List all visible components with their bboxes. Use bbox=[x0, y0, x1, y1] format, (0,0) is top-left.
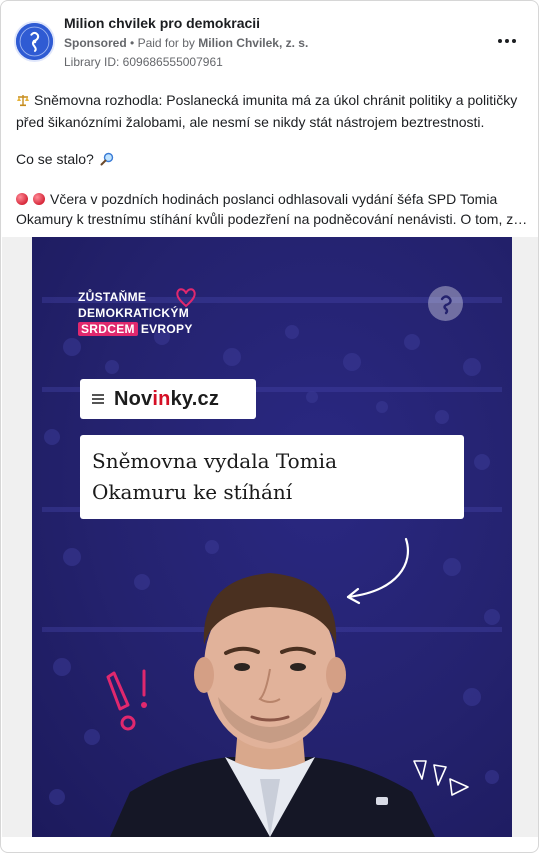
source-name: Novinky.cz bbox=[114, 387, 220, 410]
body-line-4: Včera v pozdních hodinách poslanci odhla… bbox=[50, 191, 498, 207]
ad-creative-image[interactable]: ZŮSTAŇME DEMOKRATICKÝM SRDCEM EVROPY Novi… bbox=[32, 237, 512, 837]
sponsored-meta: Sponsored • Paid for by Milion Chvilek, … bbox=[64, 36, 308, 50]
red-circle-icon bbox=[33, 193, 45, 205]
logo-line-3: SRDCEM EVROPY bbox=[78, 321, 193, 337]
magnifier-icon bbox=[100, 151, 114, 171]
logo-pill: SRDCEM bbox=[78, 322, 138, 336]
post-text: Sněmovna rozhodla: Poslanecká imunita má… bbox=[16, 90, 528, 132]
body-line-3: Co se stalo? bbox=[16, 151, 94, 167]
meta-separator: • bbox=[130, 36, 138, 50]
ad-image-frame[interactable]: ZŮSTAŇME DEMOKRATICKÝM SRDCEM EVROPY Novi… bbox=[2, 237, 538, 837]
post-text-line: Sněmovna rozhodla: Poslanecká imunita má… bbox=[16, 90, 528, 112]
body-line-2: před šikanózními žalobami, ale nesmí se … bbox=[16, 114, 485, 130]
portrait-photo bbox=[110, 573, 435, 837]
body-line-5[interactable]: Okamury k trestnímu stíhání kvůli podezř… bbox=[16, 209, 528, 229]
red-circle-icon bbox=[16, 193, 28, 205]
scales-icon bbox=[16, 92, 30, 112]
headline-line-1: Sněmovna vydala Tomia bbox=[92, 449, 337, 473]
post-text-details: Včera v pozdních hodinách poslanci odhla… bbox=[16, 189, 528, 229]
source-badge: Novinky.cz bbox=[80, 379, 256, 419]
hamburger-icon bbox=[92, 394, 104, 404]
milion-chvilek-logo-icon bbox=[16, 23, 53, 60]
paid-for-prefix: Paid for by bbox=[137, 36, 195, 50]
heart-icon bbox=[176, 288, 196, 307]
ellipsis-icon bbox=[498, 39, 502, 43]
ad-card: Milion chvilek pro demokracii Sponsored … bbox=[0, 0, 539, 853]
library-id: Library ID: 609686555007961 bbox=[64, 55, 223, 69]
page-name[interactable]: Milion chvilek pro demokracii bbox=[64, 15, 260, 31]
payer-name[interactable]: Milion Chvilek, z. s. bbox=[198, 36, 308, 50]
post-text-question: Co se stalo? bbox=[16, 149, 528, 171]
question-mark-icon bbox=[428, 286, 463, 321]
more-options-button[interactable] bbox=[493, 31, 521, 51]
body-line-1: Sněmovna rozhodla: Poslanecká imunita má… bbox=[34, 92, 518, 108]
sponsored-label: Sponsored bbox=[64, 36, 127, 50]
headline-box: Sněmovna vydala Tomia Okamuru ke stíhání bbox=[80, 435, 464, 519]
headline-line-2: Okamuru ke stíhání bbox=[92, 480, 293, 504]
logo-line-3-rest: EVROPY bbox=[140, 322, 193, 336]
page-avatar[interactable] bbox=[14, 21, 55, 62]
